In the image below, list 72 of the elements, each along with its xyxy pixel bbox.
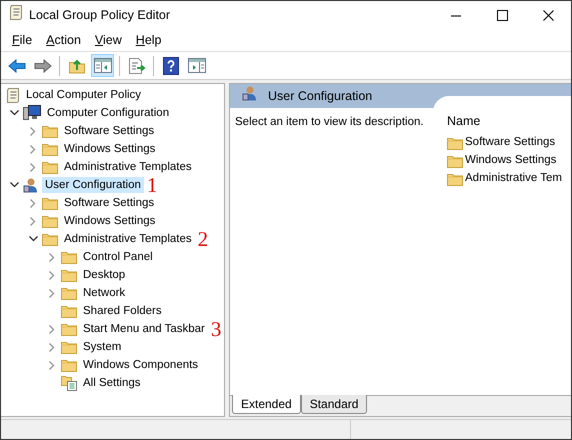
annotation-number: 3: [210, 320, 222, 338]
tree-item[interactable]: User Configuration: [42, 177, 144, 193]
user-icon: [23, 177, 39, 193]
folder-icon: [42, 160, 58, 174]
tree-item[interactable]: Computer Configuration: [44, 105, 172, 121]
collapse-icon[interactable]: [10, 182, 18, 188]
expand-icon[interactable]: [30, 144, 36, 154]
expand-icon[interactable]: [30, 162, 36, 172]
annotation-number: 1: [146, 176, 158, 194]
folder-icon: [42, 196, 58, 210]
folder-icon: [447, 172, 463, 186]
tree-item[interactable]: Network: [80, 285, 128, 301]
tree-item[interactable]: Windows Settings: [61, 141, 158, 157]
tree-item[interactable]: Local Computer Policy: [23, 87, 144, 103]
scroll-icon: [6, 87, 20, 103]
tree-item[interactable]: All Settings: [80, 375, 144, 391]
tree-item[interactable]: Software Settings: [61, 195, 158, 211]
folder-icon: [42, 124, 58, 138]
tree-item[interactable]: Desktop: [80, 267, 128, 283]
menu-item[interactable]: Action: [39, 31, 88, 50]
close-icon: [542, 10, 554, 21]
tree-item[interactable]: Windows Settings: [61, 213, 158, 229]
menu-item[interactable]: Help: [128, 31, 169, 50]
folder-icon: [61, 304, 77, 318]
folder-icon: [42, 214, 58, 228]
expand-icon[interactable]: [49, 270, 55, 280]
expand-icon[interactable]: [30, 198, 36, 208]
folder-icon: [447, 154, 463, 168]
expand-icon[interactable]: [30, 126, 36, 136]
menu-item[interactable]: File: [5, 31, 40, 50]
list-item[interactable]: Software Settings: [465, 134, 556, 152]
settings-icon: [61, 375, 77, 391]
tree-item[interactable]: Administrative Templates: [61, 231, 195, 247]
list-item[interactable]: Windows Settings: [465, 152, 556, 170]
column-header[interactable]: Name: [447, 112, 571, 131]
collapse-icon[interactable]: [10, 110, 18, 116]
tree-item[interactable]: Administrative Templates: [61, 159, 195, 175]
annotation-number: 2: [198, 230, 208, 248]
collapse-icon[interactable]: [28, 236, 38, 242]
folder-icon: [42, 232, 58, 246]
tree-item[interactable]: System: [80, 339, 124, 355]
window-title: Local Group Policy Editor: [29, 7, 170, 24]
menu-item[interactable]: View: [88, 31, 129, 50]
expand-icon[interactable]: [30, 216, 36, 226]
folder-icon: [61, 358, 77, 372]
user-icon: [242, 85, 258, 102]
expand-icon[interactable]: [49, 252, 55, 262]
folder-icon: [42, 142, 58, 156]
tree-item[interactable]: Windows Components: [80, 357, 202, 373]
tree-item[interactable]: Control Panel: [80, 249, 156, 265]
tree-item[interactable]: Start Menu and Taskbar: [80, 321, 208, 337]
expand-icon[interactable]: [49, 342, 55, 352]
folder-icon: [61, 286, 77, 300]
expand-icon[interactable]: [49, 360, 55, 370]
tree-item[interactable]: Shared Folders: [80, 303, 165, 319]
computer-icon: [23, 105, 41, 121]
list-item[interactable]: Administrative Tem: [465, 170, 562, 188]
folder-icon: [61, 268, 77, 282]
folder-icon: [61, 322, 77, 336]
view-tab[interactable]: Extended: [232, 395, 301, 414]
header-title: User Configuration: [268, 88, 372, 105]
panes-button[interactable]: [91, 54, 114, 77]
expand-icon[interactable]: [49, 324, 55, 334]
scroll-icon: [9, 4, 23, 20]
tree-item[interactable]: Software Settings: [61, 123, 158, 139]
folder-icon: [447, 136, 463, 150]
view-tab[interactable]: Standard: [300, 395, 368, 414]
maximize-icon: [496, 10, 508, 21]
expand-icon[interactable]: [49, 288, 55, 298]
folder-icon: [61, 250, 77, 264]
folder-icon: [61, 340, 77, 354]
description-text: Select an item to view its description.: [234, 115, 425, 130]
